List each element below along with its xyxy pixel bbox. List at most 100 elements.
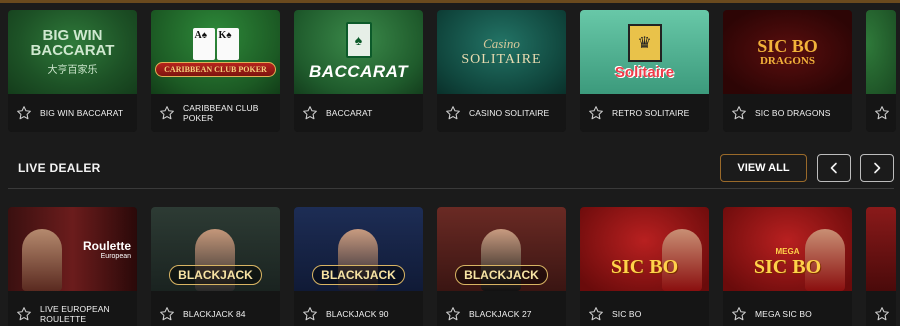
king-card-icon: ♛	[627, 23, 662, 62]
game-title: BLACKJACK 84	[183, 309, 246, 319]
star-outline-icon[interactable]	[874, 105, 890, 121]
playing-card: K♠	[216, 27, 239, 60]
game-info-bar: LIVE EUROPEAN ROULETTE	[8, 291, 137, 326]
game-info-bar: CARIBBEAN CLUB POKER	[151, 94, 280, 132]
game-title: CASINO SOLITAIRE	[469, 108, 550, 118]
thumb-text: SIC BO	[610, 256, 679, 278]
card-deck-icon: ♠	[345, 22, 372, 58]
game-title: MEGA SIC BO	[755, 309, 812, 319]
game-info-bar	[866, 291, 896, 326]
thumb-text: SIC BO	[753, 256, 822, 278]
thumb-text: BACCARAT	[308, 62, 409, 81]
star-outline-icon[interactable]	[445, 105, 461, 121]
game-info-bar	[866, 94, 896, 132]
game-info-bar: CASINO SOLITAIRE	[437, 94, 566, 132]
thumb-text: Solitaire	[614, 63, 675, 81]
star-outline-icon[interactable]	[16, 105, 32, 121]
star-outline-icon[interactable]	[445, 306, 461, 322]
chevron-right-icon	[874, 162, 881, 174]
game-info-bar: SIC BO DRAGONS	[723, 94, 852, 132]
game-thumbnail[interactable]: Casino SOLITAIRE	[437, 10, 566, 94]
thumb-text: Casino	[483, 36, 520, 51]
top-games-row: BIG WIN BACCARAT 大亨百家乐 BIG WIN BACCARAT …	[8, 10, 896, 132]
game-title: CARIBBEAN CLUB POKER	[183, 103, 259, 123]
thumb-logo: Roulette European	[83, 239, 131, 260]
game-thumbnail[interactable]	[866, 10, 896, 94]
game-card-casino-solitaire[interactable]: Casino SOLITAIRE CASINO SOLITAIRE	[437, 10, 566, 132]
thumb-text: Roulette	[83, 238, 131, 253]
game-info-bar: SIC BO	[580, 291, 709, 326]
thumb-text: SOLITAIRE	[461, 52, 542, 67]
game-info-bar: BLACKJACK 27	[437, 291, 566, 326]
star-outline-icon[interactable]	[588, 306, 604, 322]
star-outline-icon[interactable]	[874, 306, 890, 322]
game-card-mega-sic-bo[interactable]: MEGA SIC BO MEGA SIC BO	[723, 207, 852, 326]
game-card-partial[interactable]	[866, 207, 896, 326]
thumb-text: BLACKJACK	[169, 265, 262, 285]
star-outline-icon[interactable]	[731, 105, 747, 121]
game-thumbnail[interactable]: MEGA SIC BO	[723, 207, 852, 291]
carousel-prev-button[interactable]	[817, 154, 851, 182]
thumb-text: BLACKJACK	[455, 265, 548, 285]
game-info-bar: BACCARAT	[294, 94, 423, 132]
game-card-caribbean-club-poker[interactable]: A♠ K♠ CARIBBEAN CLUB POKER CARIBBEAN CLU…	[151, 10, 280, 132]
game-title: LIVE EUROPEAN ROULETTE	[40, 304, 110, 324]
game-title: SIC BO	[612, 309, 642, 319]
game-info-bar: BLACKJACK 90	[294, 291, 423, 326]
thumb-text: BIG WIN	[42, 27, 103, 44]
star-outline-icon[interactable]	[302, 105, 318, 121]
game-thumbnail[interactable]: BIG WIN BACCARAT 大亨百家乐	[8, 10, 137, 94]
game-thumbnail[interactable]: BLACKJACK	[151, 207, 280, 291]
game-card-blackjack-84[interactable]: BLACKJACK BLACKJACK 84	[151, 207, 280, 326]
game-thumbnail[interactable]: BLACKJACK	[294, 207, 423, 291]
game-title: BACCARAT	[326, 108, 373, 118]
playing-card: A♠	[192, 27, 215, 60]
game-card-blackjack-27[interactable]: BLACKJACK BLACKJACK 27	[437, 207, 566, 326]
game-title: RETRO SOLITAIRE	[612, 108, 690, 118]
game-thumbnail[interactable]: ♠ BACCARAT	[294, 10, 423, 94]
game-thumbnail[interactable]: Roulette European	[8, 207, 137, 291]
game-thumbnail[interactable]: SIC BO DRAGONS	[723, 10, 852, 94]
star-outline-icon[interactable]	[159, 306, 175, 322]
thumb-text: 大亨百家乐	[47, 65, 98, 76]
thumb-text: CARIBBEAN CLUB POKER	[155, 61, 276, 77]
game-card-sic-bo[interactable]: SIC BO SIC BO	[580, 207, 709, 326]
top-accent-line	[0, 0, 900, 3]
game-title: SIC BO DRAGONS	[755, 108, 831, 118]
game-thumbnail[interactable]: ♛ Solitaire	[580, 10, 709, 94]
star-outline-icon[interactable]	[16, 306, 32, 322]
game-thumbnail[interactable]: SIC BO	[580, 207, 709, 291]
star-outline-icon[interactable]	[731, 306, 747, 322]
game-card-big-win-baccarat[interactable]: BIG WIN BACCARAT 大亨百家乐 BIG WIN BACCARAT	[8, 10, 137, 132]
game-info-bar: RETRO SOLITAIRE	[580, 94, 709, 132]
star-outline-icon[interactable]	[588, 105, 604, 121]
thumb-text: DRAGONS	[759, 55, 815, 67]
game-info-bar: MEGA SIC BO	[723, 291, 852, 326]
live-dealer-row: Roulette European LIVE EUROPEAN ROULETTE…	[8, 207, 896, 326]
game-info-bar: BLACKJACK 84	[151, 291, 280, 326]
game-thumbnail[interactable]	[866, 207, 896, 291]
game-thumbnail[interactable]: A♠ K♠ CARIBBEAN CLUB POKER	[151, 10, 280, 94]
thumb-text: BLACKJACK	[312, 265, 405, 285]
section-title: LIVE DEALER	[18, 161, 101, 175]
view-all-button[interactable]: VIEW ALL	[720, 154, 807, 182]
thumb-text: SIC BO	[757, 36, 818, 56]
game-card-baccarat[interactable]: ♠ BACCARAT BACCARAT	[294, 10, 423, 132]
game-title: BIG WIN BACCARAT	[40, 108, 124, 118]
game-card-retro-solitaire[interactable]: ♛ Solitaire RETRO SOLITAIRE	[580, 10, 709, 132]
section-divider	[8, 188, 894, 189]
star-outline-icon[interactable]	[302, 306, 318, 322]
thumb-text: BACCARAT	[30, 42, 115, 59]
carousel-next-button[interactable]	[860, 154, 894, 182]
thumb-text: European	[100, 252, 131, 260]
game-card-partial[interactable]	[866, 10, 896, 132]
dealer-image	[22, 229, 62, 291]
game-title: BLACKJACK 90	[326, 309, 389, 319]
game-card-live-european-roulette[interactable]: Roulette European LIVE EUROPEAN ROULETTE	[8, 207, 137, 326]
game-info-bar: BIG WIN BACCARAT	[8, 94, 137, 132]
star-outline-icon[interactable]	[159, 105, 175, 121]
game-card-sic-bo-dragons[interactable]: SIC BO DRAGONS SIC BO DRAGONS	[723, 10, 852, 132]
game-thumbnail[interactable]: BLACKJACK	[437, 207, 566, 291]
chevron-left-icon	[830, 162, 837, 174]
game-card-blackjack-90[interactable]: BLACKJACK BLACKJACK 90	[294, 207, 423, 326]
